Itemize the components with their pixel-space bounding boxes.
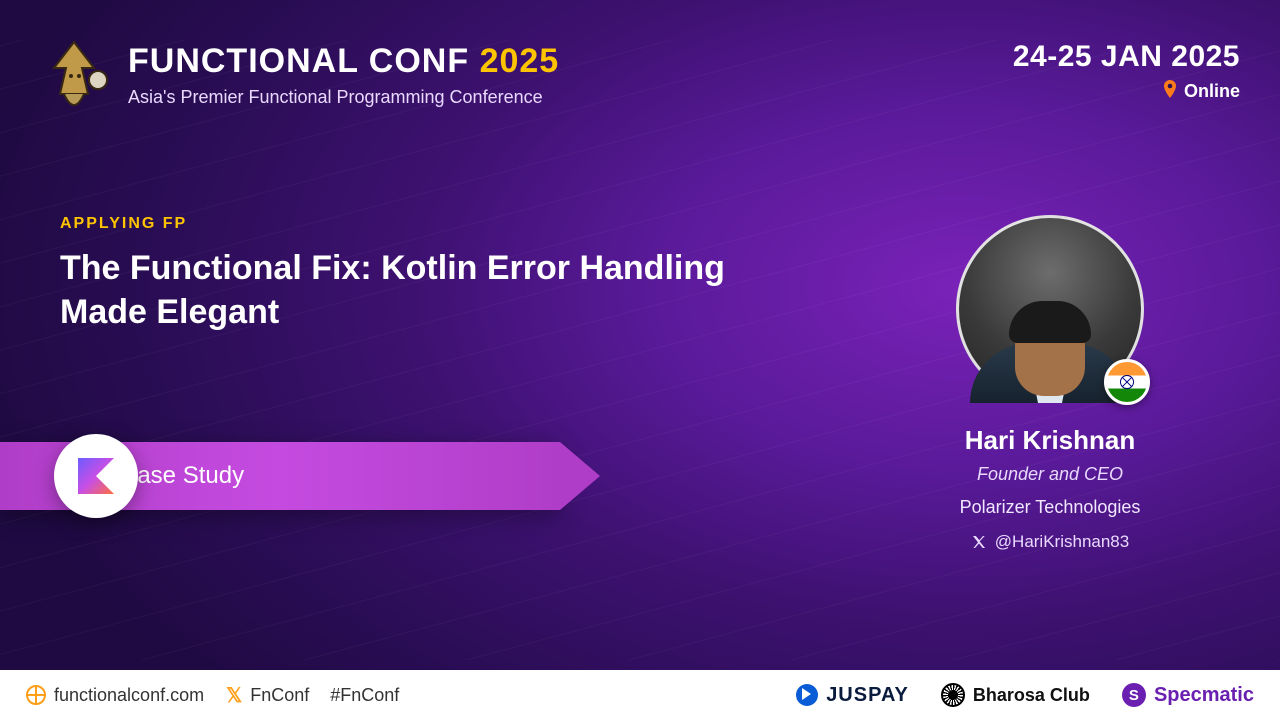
sponsor-name: Bharosa Club [973, 685, 1090, 706]
event-mode-label: Online [1184, 81, 1240, 102]
brand-text: FUNCTIONAL CONF 2025 Asia's Premier Func… [128, 40, 559, 108]
x-twitter-icon [971, 534, 987, 550]
specmatic-logo-icon: S [1122, 683, 1146, 707]
footer-bar: functionalconf.com 𝕏 FnConf #FnConf JUSP… [0, 670, 1280, 720]
speaker-handle: @HariKrishnan83 [995, 532, 1129, 552]
conference-tagline: Asia's Premier Functional Programming Co… [128, 87, 559, 108]
juspay-logo-icon [796, 684, 818, 706]
sponsor-name: Specmatic [1154, 684, 1254, 707]
speaker-org: Polarizer Technologies [860, 497, 1240, 518]
talk-title: The Functional Fix: Kotlin Error Handlin… [60, 247, 740, 334]
brand-block: FUNCTIONAL CONF 2025 Asia's Premier Func… [38, 40, 559, 120]
wizard-logo-icon [38, 40, 110, 120]
conference-title: FUNCTIONAL CONF 2025 [128, 42, 559, 81]
conference-name: FUNCTIONAL CONF [128, 42, 480, 80]
track-label: APPLYING FP [60, 215, 820, 233]
footer-website: functionalconf.com [26, 685, 204, 706]
language-badge [54, 434, 138, 518]
kotlin-icon [74, 454, 118, 498]
sponsor-specmatic: S Specmatic [1122, 683, 1254, 707]
dates-block: 24-25 JAN 2025 Online [1013, 40, 1240, 103]
sponsor-juspay: JUSPAY [796, 684, 909, 707]
footer-social-handle: FnConf [250, 685, 309, 706]
sponsor-bharosa: Bharosa Club [941, 683, 1090, 707]
header: FUNCTIONAL CONF 2025 Asia's Premier Func… [38, 40, 1240, 120]
speaker-block: Hari Krishnan Founder and CEO Polarizer … [860, 215, 1240, 555]
bharosa-logo-icon [941, 683, 965, 707]
slide-root: FUNCTIONAL CONF 2025 Asia's Premier Func… [0, 0, 1280, 720]
x-twitter-icon: 𝕏 [226, 683, 242, 708]
event-mode: Online [1162, 80, 1240, 103]
session-type-label: Case Study [120, 462, 244, 490]
sponsor-name: JUSPAY [826, 684, 909, 707]
globe-icon [26, 685, 46, 705]
event-dates: 24-25 JAN 2025 [1013, 40, 1240, 74]
speaker-avatar-wrap [956, 215, 1144, 403]
speaker-name: Hari Krishnan [860, 425, 1240, 456]
footer-left: functionalconf.com 𝕏 FnConf #FnConf [26, 683, 399, 708]
speaker-social: @HariKrishnan83 [971, 532, 1129, 552]
footer-website-text: functionalconf.com [54, 685, 204, 706]
conference-year: 2025 [480, 42, 560, 80]
footer-hashtag: #FnConf [330, 685, 399, 706]
location-pin-icon [1162, 80, 1178, 103]
footer-social: 𝕏 FnConf #FnConf [226, 683, 399, 708]
country-flag-icon [1104, 359, 1150, 405]
footer-sponsors: JUSPAY Bharosa Club S Specmatic [796, 683, 1254, 707]
speaker-role: Founder and CEO [860, 464, 1240, 485]
